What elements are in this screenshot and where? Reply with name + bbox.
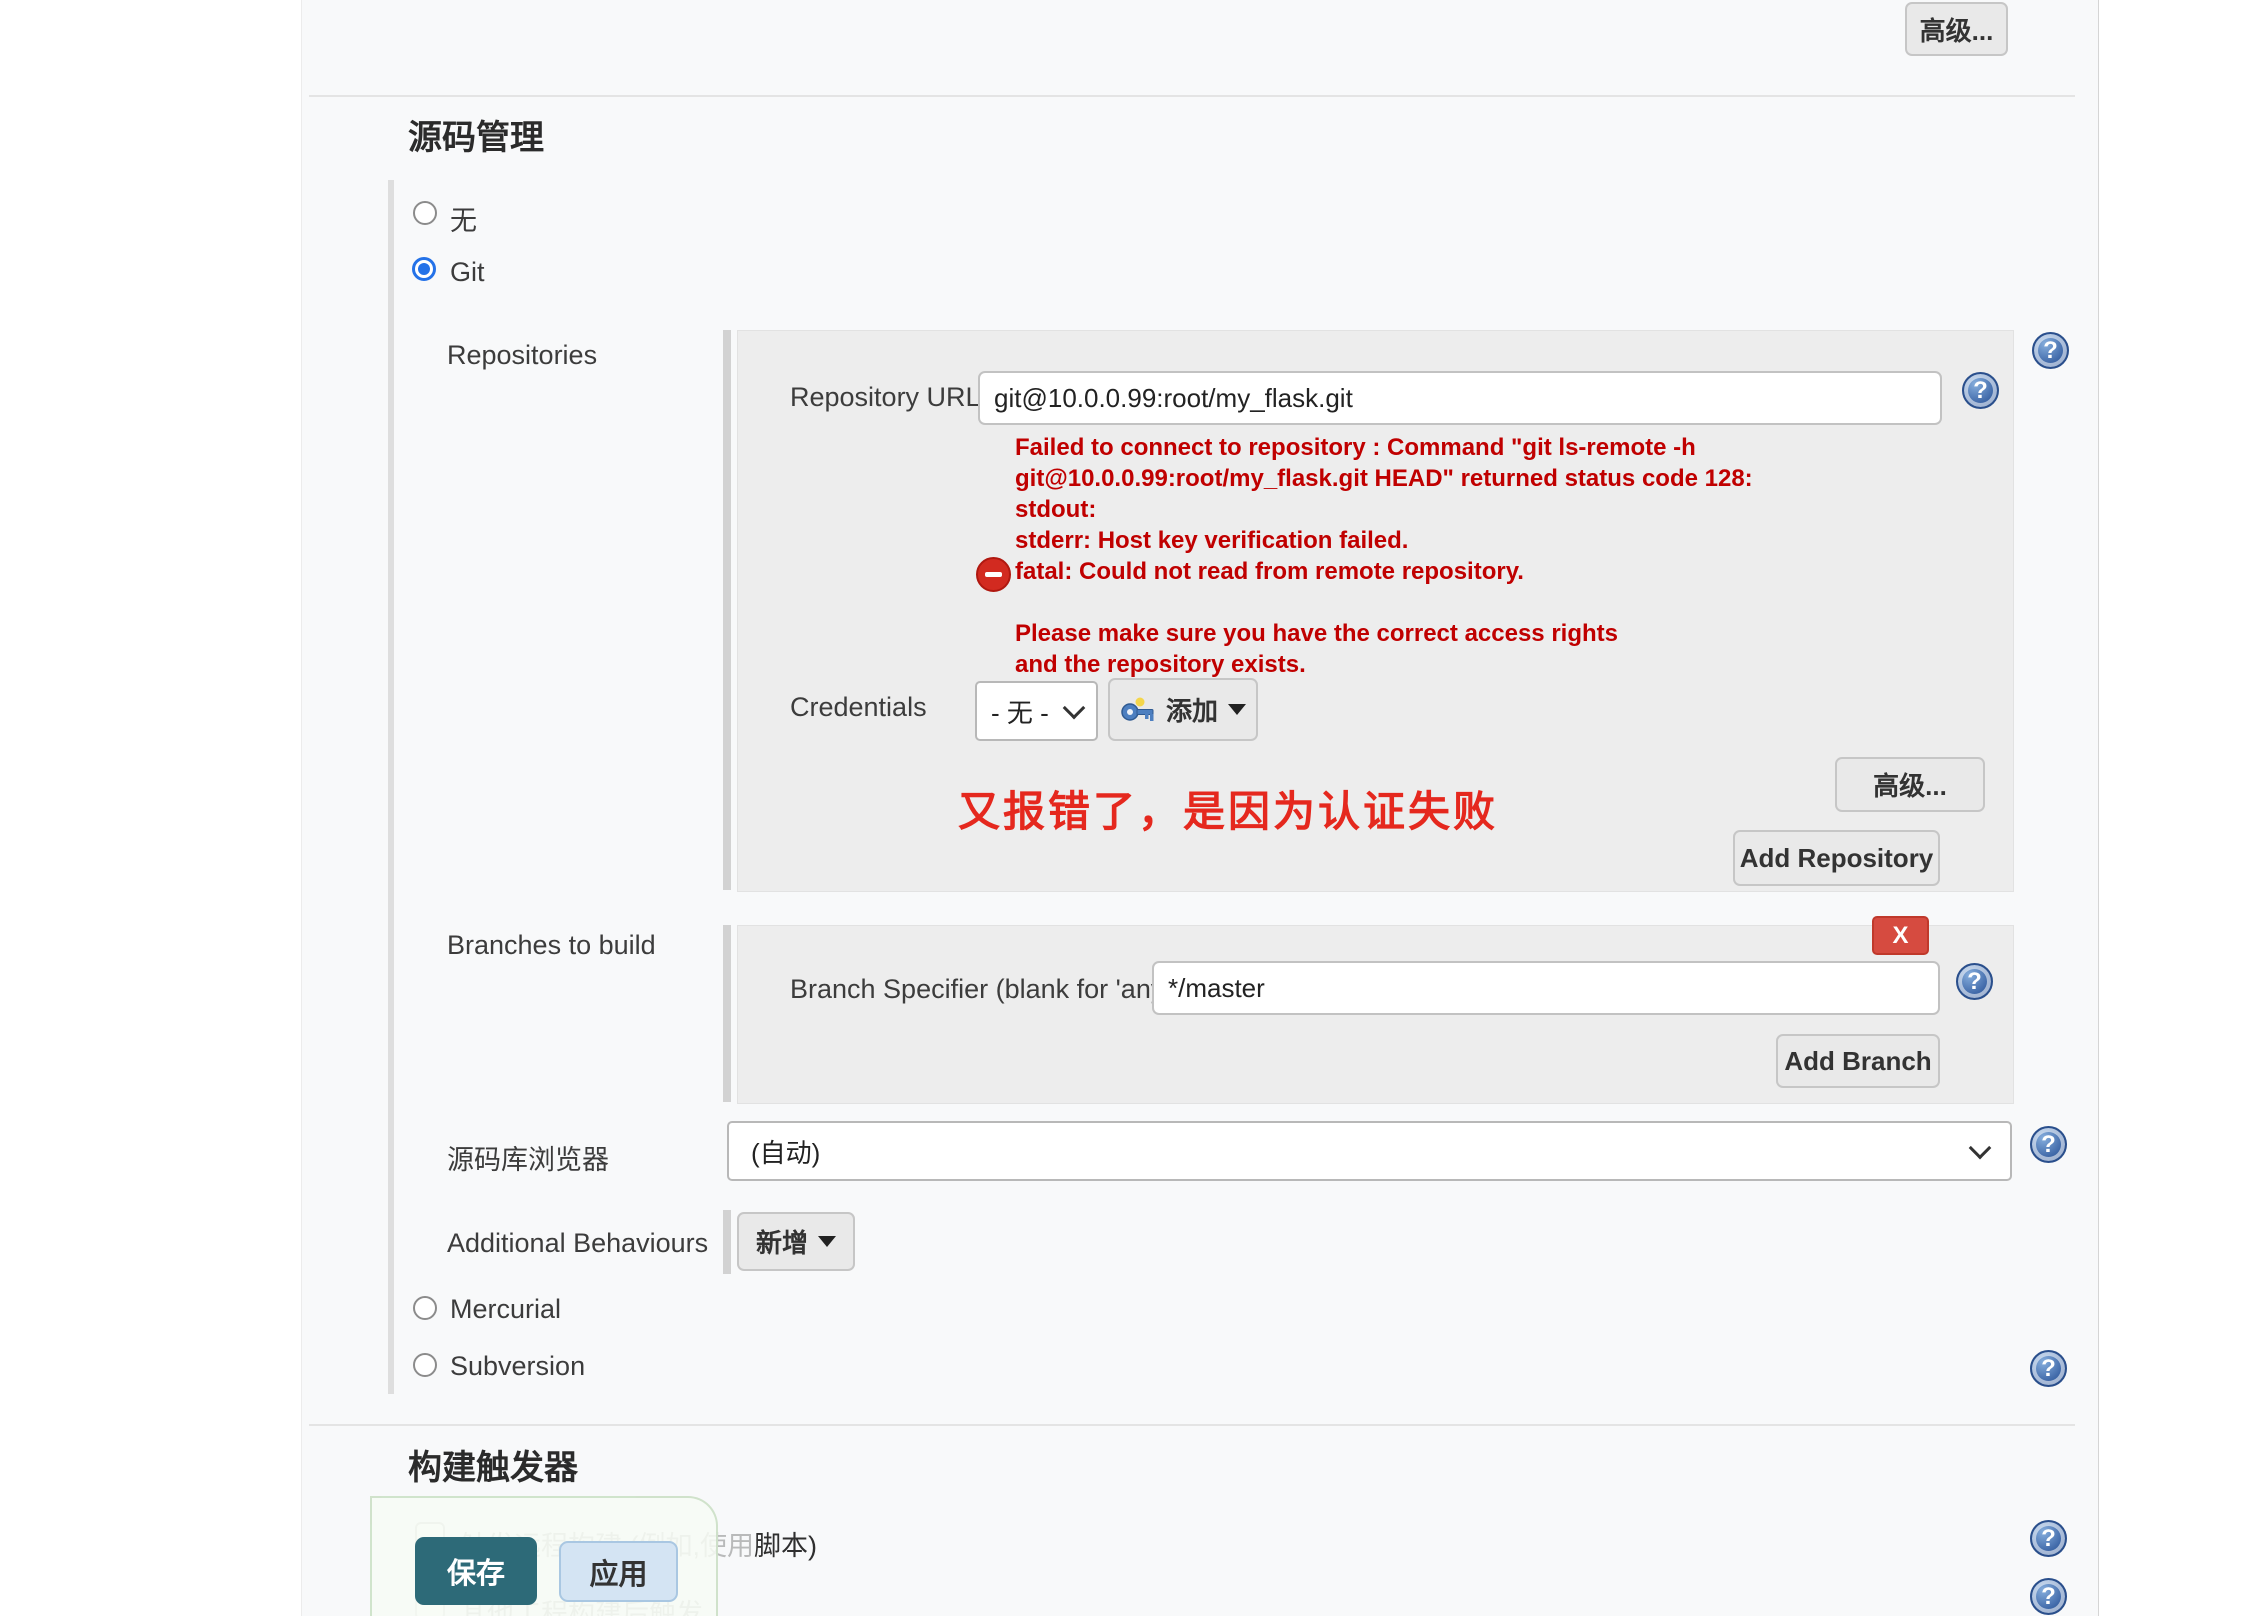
repository-advanced-button[interactable]: 高级... — [1835, 757, 1985, 812]
other-projects-trigger-help-icon[interactable]: ? — [2030, 1578, 2067, 1615]
add-behaviour-label: 新增 — [756, 1223, 808, 1260]
build-triggers-section-title: 构建触发器 — [408, 1440, 578, 1489]
repo-browser-help-icon[interactable]: ? — [2030, 1126, 2067, 1163]
branches-strip — [723, 925, 731, 1102]
subversion-help-icon[interactable]: ? — [2030, 1350, 2067, 1387]
additional-behaviours-strip — [723, 1210, 731, 1274]
error-annotation-text: 又报错了，是因为认证失败 — [958, 778, 1498, 839]
scm-section-strip — [388, 180, 394, 1394]
branches-section-label: Branches to build — [447, 930, 656, 961]
add-credential-label: 添加 — [1166, 691, 1218, 728]
radio-scm-mercurial[interactable] — [413, 1296, 437, 1320]
section-divider — [309, 95, 2075, 97]
branch-specifier-input[interactable] — [1152, 961, 1940, 1015]
add-credential-button[interactable]: 添加 — [1108, 678, 1258, 741]
save-button[interactable]: 保存 — [415, 1537, 537, 1605]
radio-scm-none-label: 无 — [450, 199, 477, 238]
remote-trigger-visible-text: 脚本) — [754, 1531, 817, 1561]
credentials-label: Credentials — [790, 692, 927, 723]
branch-specifier-label: Branch Specifier (blank for 'any') — [790, 974, 1178, 1005]
radio-scm-git[interactable] — [412, 257, 436, 281]
radio-scm-none[interactable] — [413, 201, 437, 225]
additional-behaviours-label: Additional Behaviours — [447, 1228, 708, 1259]
repo-browser-label: 源码库浏览器 — [447, 1138, 609, 1177]
repository-url-help-icon[interactable]: ? — [1962, 372, 1999, 409]
remote-trigger-help-icon[interactable]: ? — [2030, 1520, 2067, 1557]
section-divider — [309, 1424, 2075, 1426]
repo-browser-select-value: (自动) — [751, 1133, 820, 1170]
repository-url-input[interactable] — [978, 371, 1942, 425]
repo-browser-select[interactable]: (自动) — [727, 1121, 2012, 1181]
remove-branch-button[interactable]: X — [1872, 916, 1929, 955]
repository-error-message: Failed to connect to repository : Comman… — [1015, 432, 1753, 680]
credentials-select-value: - 无 - — [991, 693, 1049, 730]
add-branch-button[interactable]: Add Branch — [1776, 1034, 1940, 1088]
branch-specifier-help-icon[interactable]: ? — [1956, 963, 1993, 1000]
dropdown-caret-icon — [1228, 704, 1246, 715]
error-stop-icon — [976, 557, 1011, 592]
scm-section-title: 源码管理 — [408, 110, 544, 159]
credentials-select[interactable]: - 无 - — [975, 681, 1098, 741]
chevron-down-icon — [1969, 1137, 1992, 1160]
jenkins-config-page: 高级... 源码管理 无 Git Repositories ? Reposito… — [0, 0, 2242, 1616]
chevron-down-icon — [1063, 697, 1086, 720]
add-repository-button[interactable]: Add Repository — [1733, 830, 1940, 886]
repository-url-label: Repository URL — [790, 382, 981, 413]
repositories-strip — [723, 330, 731, 890]
radio-scm-git-label: Git — [450, 257, 485, 288]
radio-scm-subversion-label: Subversion — [450, 1351, 585, 1382]
key-icon — [1120, 696, 1156, 724]
repositories-help-icon[interactable]: ? — [2032, 332, 2069, 369]
add-behaviour-button[interactable]: 新增 — [737, 1212, 855, 1271]
apply-button[interactable]: 应用 — [559, 1541, 678, 1602]
radio-scm-subversion[interactable] — [413, 1353, 437, 1377]
advanced-top-button[interactable]: 高级... — [1905, 2, 2008, 56]
repositories-section-label: Repositories — [447, 340, 597, 371]
dropdown-caret-icon — [818, 1236, 836, 1247]
radio-scm-mercurial-label: Mercurial — [450, 1294, 561, 1325]
